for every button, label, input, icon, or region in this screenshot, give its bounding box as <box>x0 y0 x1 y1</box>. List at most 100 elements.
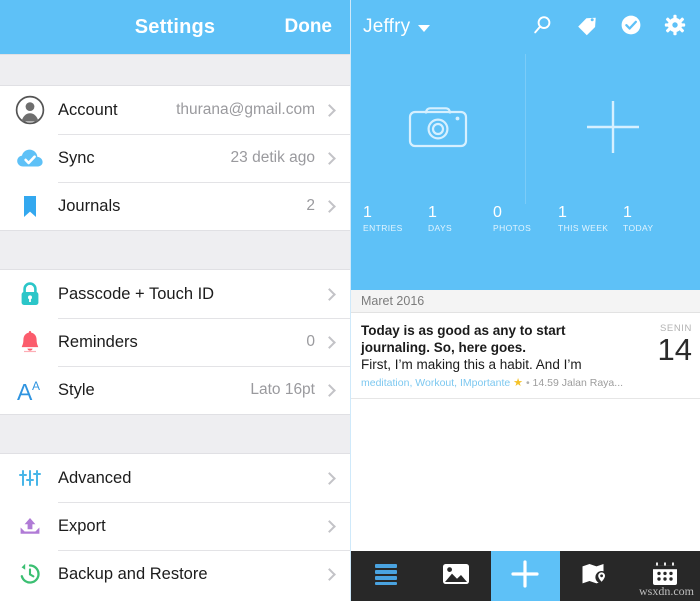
photos-icon <box>442 562 470 591</box>
tab-map[interactable] <box>560 551 630 601</box>
stat-value: 0 <box>493 204 502 221</box>
stat-entries: 1 ENTRIES <box>363 204 428 234</box>
settings-header: Settings Done <box>0 0 350 54</box>
journal-hero: Jeffry 1 ENTRIES 1 DAYS 0 PHOTOS 1 THIS … <box>351 0 700 290</box>
backup-clock-icon <box>14 558 46 590</box>
entry-list-item[interactable]: Today is as good as any to start journal… <box>351 313 700 399</box>
sidebar-item-label: Backup and Restore <box>58 564 208 583</box>
chevron-right-icon <box>323 567 336 581</box>
stat-days: 1 DAYS <box>428 204 493 234</box>
camera-icon <box>407 103 469 156</box>
journal-user-name: Jeffry <box>363 16 411 37</box>
stat-today: 1 TODAY <box>623 204 688 234</box>
settings-group-account: Account thurana@gmail.com Sync 23 detik … <box>0 86 350 230</box>
month-section-header: Maret 2016 <box>351 290 700 313</box>
journal-selector[interactable]: Jeffry <box>363 16 431 38</box>
stat-this-week: 1 THIS WEEK <box>558 204 623 234</box>
sidebar-item-account[interactable]: Account thurana@gmail.com <box>0 86 350 134</box>
tab-new-entry[interactable] <box>490 551 561 601</box>
entry-line-3: First, I’m making this a habit. And I’m <box>361 357 582 372</box>
list-icon <box>373 562 399 591</box>
account-avatar-icon <box>14 94 46 126</box>
sidebar-item-value: Lato 16pt <box>250 381 315 398</box>
settings-gap-2 <box>0 414 350 454</box>
sidebar-item-value: 23 detik ago <box>230 149 315 166</box>
new-photo-entry-button[interactable] <box>351 54 526 204</box>
export-upload-icon <box>14 510 46 542</box>
app-root: Settings Done Account thurana@gmail.com <box>0 0 700 601</box>
entry-time-location: 14.59 Jalan Raya... <box>532 377 624 389</box>
chevron-right-icon <box>323 519 336 533</box>
chevron-right-icon <box>323 335 336 349</box>
entry-line-2: journaling. So, here goes. <box>361 340 527 355</box>
settings-group-data: Advanced Export Backup and Restore <box>0 454 350 598</box>
settings-panel: Settings Done Account thurana@gmail.com <box>0 0 350 601</box>
tab-photos[interactable] <box>421 551 491 601</box>
entry-tags: meditation, Workout, IMportante <box>361 377 511 389</box>
journal-header-actions <box>532 14 686 41</box>
entry-date: SENIN 14 <box>640 323 692 366</box>
sidebar-item-backup-restore[interactable]: Backup and Restore <box>0 550 350 598</box>
new-entry-button[interactable] <box>526 54 700 204</box>
sidebar-item-label: Sync <box>58 148 95 167</box>
stat-label: TODAY <box>623 223 654 233</box>
tab-entries-list[interactable] <box>351 551 421 601</box>
check-circle-icon[interactable] <box>620 14 642 41</box>
chevron-right-icon <box>323 471 336 485</box>
tab-calendar[interactable] <box>630 551 700 601</box>
sidebar-item-label: Reminders <box>58 332 138 351</box>
svg-text:A: A <box>17 379 33 405</box>
sidebar-item-style[interactable]: A A Style Lato 16pt <box>0 366 350 414</box>
sidebar-item-label: Export <box>58 516 106 535</box>
gear-icon[interactable] <box>664 14 686 41</box>
sidebar-item-label: Journals <box>58 196 121 215</box>
plus-icon <box>582 96 644 163</box>
stat-label: DAYS <box>428 223 453 233</box>
sidebar-item-label: Account <box>58 100 118 119</box>
stat-value: 1 <box>428 204 437 221</box>
sidebar-item-value: 0 <box>306 333 315 350</box>
bottom-tabbar <box>351 551 700 601</box>
sidebar-item-reminders[interactable]: Reminders 0 <box>0 318 350 366</box>
lock-icon <box>14 278 46 310</box>
tag-icon[interactable] <box>576 14 598 41</box>
sidebar-item-label: Advanced <box>58 468 132 487</box>
sidebar-item-passcode[interactable]: Passcode + Touch ID <box>0 270 350 318</box>
stat-value: 1 <box>558 204 567 221</box>
entry-line-1: Today is as good as any to start <box>361 323 566 338</box>
chevron-right-icon <box>323 103 336 117</box>
search-icon[interactable] <box>532 14 554 41</box>
cloud-check-icon <box>14 142 46 174</box>
bell-icon <box>14 326 46 358</box>
journal-header: Jeffry <box>351 0 700 54</box>
sidebar-item-value: 2 <box>306 197 315 214</box>
sidebar-item-label: Passcode + Touch ID <box>58 284 215 303</box>
sidebar-item-label: Style <box>58 380 95 399</box>
chevron-right-icon <box>323 199 336 213</box>
star-icon: ★ <box>513 377 524 389</box>
done-button[interactable]: Done <box>285 16 333 38</box>
plus-icon <box>510 559 540 594</box>
sidebar-item-value: thurana@gmail.com <box>176 101 315 118</box>
chevron-down-icon <box>418 25 431 32</box>
sidebar-item-export[interactable]: Export <box>0 502 350 550</box>
settings-top-gap <box>0 54 350 86</box>
journal-panel: Jeffry 1 ENTRIES 1 DAYS 0 PHOTOS 1 THIS … <box>350 0 700 601</box>
page-title: Settings <box>134 15 216 38</box>
svg-text:A: A <box>32 379 40 393</box>
stat-photos: 0 PHOTOS <box>493 204 558 234</box>
journal-quick-actions <box>351 54 700 204</box>
sidebar-item-sync[interactable]: Sync 23 detik ago <box>0 134 350 182</box>
bookmark-icon <box>14 190 46 222</box>
stat-label: ENTRIES <box>363 223 403 233</box>
sidebar-item-advanced[interactable]: Advanced <box>0 454 350 502</box>
settings-group-privacy: Passcode + Touch ID Reminders 0 A A Styl… <box>0 270 350 414</box>
chevron-right-icon <box>323 151 336 165</box>
meta-separator: • <box>525 377 530 389</box>
month-label: Maret 2016 <box>361 294 425 308</box>
chevron-right-icon <box>323 287 336 301</box>
stat-value: 1 <box>363 204 372 221</box>
journal-stats: 1 ENTRIES 1 DAYS 0 PHOTOS 1 THIS WEEK 1 <box>351 204 700 252</box>
settings-gap-1 <box>0 230 350 270</box>
sidebar-item-journals[interactable]: Journals 2 <box>0 182 350 230</box>
